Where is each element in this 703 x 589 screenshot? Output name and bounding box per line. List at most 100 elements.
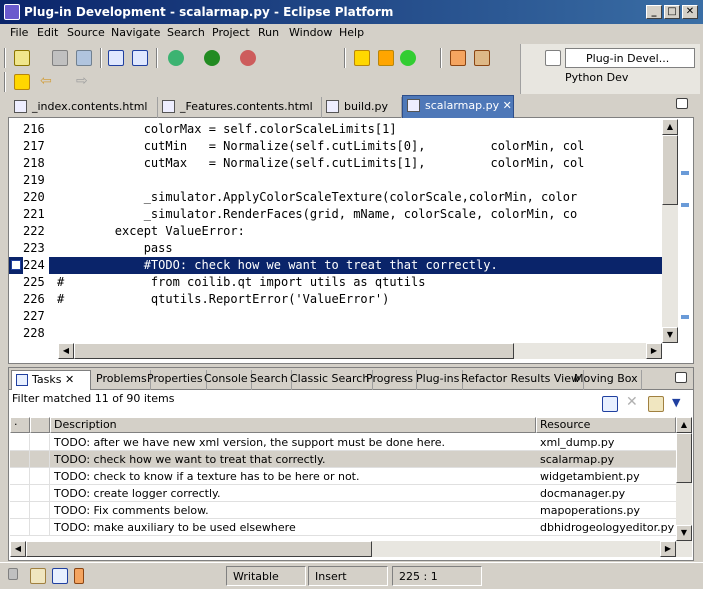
- task-checkbox[interactable]: [10, 434, 30, 451]
- open-folder-icon[interactable]: [450, 50, 466, 66]
- tab-features-contents[interactable]: _Features.contents.html: [158, 97, 322, 118]
- task-annotation-marker[interactable]: [681, 203, 689, 207]
- task-annotation-marker[interactable]: [681, 315, 689, 319]
- menu-help[interactable]: Help: [339, 26, 364, 39]
- tab-moving-box[interactable]: Moving Box: [571, 370, 642, 390]
- scroll-up-icon[interactable]: ▲: [662, 119, 678, 135]
- maximize-button[interactable]: □: [664, 5, 680, 19]
- bookmark-icon[interactable]: [74, 568, 84, 584]
- task-checkbox[interactable]: [10, 485, 30, 502]
- forward-arrow-icon[interactable]: ⇨: [76, 74, 92, 90]
- filter-icon[interactable]: [648, 396, 664, 412]
- menu-project[interactable]: Project: [212, 26, 250, 39]
- tab-search[interactable]: Search: [247, 370, 292, 390]
- overview-ruler[interactable]: [678, 119, 692, 343]
- status-cursor-position: 225 : 1: [392, 566, 482, 586]
- hierarchy-icon[interactable]: [52, 568, 68, 584]
- menu-window[interactable]: Window: [289, 26, 332, 39]
- scroll-left-icon[interactable]: ◀: [58, 343, 74, 359]
- view-menu-icon[interactable]: ▼: [672, 396, 680, 409]
- maximize-editor-icon[interactable]: [676, 98, 688, 109]
- tab-plugins[interactable]: Plug-ins: [413, 370, 464, 390]
- run-icon[interactable]: [204, 50, 220, 66]
- menu-search[interactable]: Search: [167, 26, 205, 39]
- editor-horizontal-scrollbar[interactable]: ◀ ▶: [58, 343, 662, 359]
- scroll-right-icon[interactable]: ▶: [660, 541, 676, 557]
- task-marker-icon[interactable]: [11, 260, 21, 270]
- tab-properties[interactable]: Properties: [144, 370, 207, 390]
- menu-edit[interactable]: Edit: [37, 26, 58, 39]
- maximize-view-icon[interactable]: [675, 372, 687, 383]
- scroll-thumb[interactable]: [26, 541, 372, 557]
- column-header-checkbox[interactable]: ·: [10, 417, 30, 433]
- scroll-thumb[interactable]: [662, 135, 678, 205]
- open-type-icon[interactable]: [108, 50, 124, 66]
- task-priority: [30, 434, 50, 451]
- code-text: _simulator.RenderFaces(grid, mName, colo…: [57, 207, 578, 221]
- task-checkbox[interactable]: [10, 468, 30, 485]
- menu-navigate[interactable]: Navigate: [111, 26, 160, 39]
- open-declaration-icon[interactable]: [132, 50, 148, 66]
- new-feature-icon[interactable]: [378, 50, 394, 66]
- delete-icon[interactable]: ✕: [626, 394, 638, 410]
- external-tools-icon[interactable]: [240, 50, 256, 66]
- last-edit-icon[interactable]: [14, 74, 30, 90]
- task-annotation-marker[interactable]: [681, 171, 689, 175]
- tab-close-icon[interactable]: ✕: [503, 99, 512, 112]
- perspective-python-dev[interactable]: Python Dev: [545, 68, 695, 88]
- refresh-icon[interactable]: [400, 50, 416, 66]
- column-header-description[interactable]: Description: [50, 417, 536, 433]
- menu-source[interactable]: Source: [67, 26, 105, 39]
- scroll-left-icon[interactable]: ◀: [10, 541, 26, 557]
- tab-console[interactable]: Console: [201, 370, 252, 390]
- scroll-down-icon[interactable]: ▼: [676, 525, 692, 541]
- tab-tasks[interactable]: Tasks ✕: [11, 370, 91, 390]
- scroll-down-icon[interactable]: ▼: [662, 327, 678, 343]
- table-row[interactable]: TODO: create logger correctly. docmanager…: [10, 485, 676, 502]
- debug-icon[interactable]: [168, 50, 184, 66]
- add-task-icon[interactable]: [602, 396, 618, 412]
- code-line: 218 cutMax = Normalize(self.cutLimits[1]…: [9, 155, 662, 172]
- pencil-icon[interactable]: [474, 50, 490, 66]
- save-icon[interactable]: [52, 50, 68, 66]
- column-header-priority[interactable]: [30, 417, 50, 433]
- tasks-vertical-scrollbar[interactable]: ▲ ▼: [676, 417, 692, 557]
- scroll-right-icon[interactable]: ▶: [646, 343, 662, 359]
- print-icon[interactable]: [76, 50, 92, 66]
- scroll-up-icon[interactable]: ▲: [676, 417, 692, 433]
- tab-problems[interactable]: Problems: [93, 370, 151, 390]
- table-row[interactable]: TODO: check to know if a texture has to …: [10, 468, 676, 485]
- task-checkbox[interactable]: [10, 451, 30, 468]
- close-button[interactable]: ✕: [682, 5, 698, 19]
- minimize-button[interactable]: _: [646, 5, 662, 19]
- table-row[interactable]: TODO: after we have new xml version, the…: [10, 434, 676, 451]
- tab-classic-search[interactable]: Classic Search: [287, 370, 374, 390]
- code-line: 221 _simulator.RenderFaces(grid, mName, …: [9, 206, 662, 223]
- tab-progress[interactable]: Progress: [363, 370, 417, 390]
- code-editor[interactable]: 216 colorMax = self.colorScaleLimits[1] …: [9, 119, 662, 343]
- tasks-horizontal-scrollbar[interactable]: ◀ ▶: [10, 541, 676, 557]
- tab-refactor-results[interactable]: Refactor Results View: [458, 370, 584, 390]
- menu-run[interactable]: Run: [258, 26, 279, 39]
- tab-close-icon[interactable]: ✕: [65, 373, 74, 386]
- table-row-selected[interactable]: TODO: check how we want to treat that co…: [10, 451, 676, 468]
- task-checkbox[interactable]: [10, 502, 30, 519]
- editor-vertical-scrollbar[interactable]: ▲ ▼: [662, 119, 678, 343]
- column-header-resource[interactable]: Resource: [536, 417, 676, 433]
- tab-scalarmap-py[interactable]: scalarmap.py ✕: [402, 95, 514, 118]
- back-arrow-icon[interactable]: ⇦: [40, 74, 56, 90]
- menu-file[interactable]: File: [10, 26, 28, 39]
- scroll-thumb[interactable]: [676, 433, 692, 483]
- perspective-plugin-dev[interactable]: Plug-in Devel...: [565, 48, 695, 68]
- new-wizard-icon[interactable]: [14, 50, 30, 66]
- fast-view-icon[interactable]: [8, 568, 18, 580]
- task-checkbox[interactable]: [10, 519, 30, 536]
- tab-build-py[interactable]: build.py: [322, 97, 402, 118]
- table-row[interactable]: TODO: make auxiliary to be used elsewher…: [10, 519, 676, 536]
- scroll-thumb[interactable]: [74, 343, 514, 359]
- tab-index-contents[interactable]: _index.contents.html: [10, 97, 158, 118]
- open-perspective-icon[interactable]: [545, 50, 561, 66]
- outline-icon[interactable]: [30, 568, 46, 584]
- new-plugin-icon[interactable]: [354, 50, 370, 66]
- table-row[interactable]: TODO: Fix comments below. mapoperations.p…: [10, 502, 676, 519]
